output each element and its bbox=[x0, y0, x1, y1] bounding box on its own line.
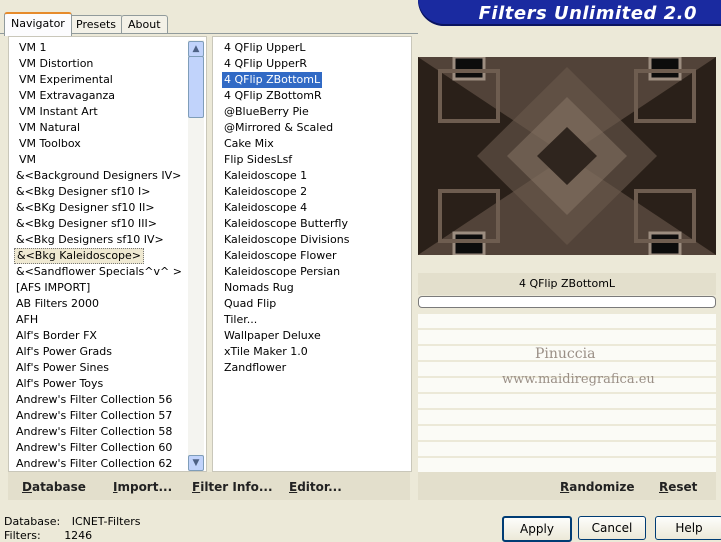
scroll-down-icon[interactable]: ▼ bbox=[188, 455, 204, 471]
filter-item[interactable]: Flip SidesLsf bbox=[222, 152, 294, 168]
category-item[interactable]: &<Bkg Designers sf10 IV> bbox=[14, 232, 166, 248]
reset-button[interactable]: Reset bbox=[659, 480, 697, 494]
filter-item[interactable]: Wallpaper Deluxe bbox=[222, 328, 323, 344]
left-action-bar: Database Import... Filter Info... Editor… bbox=[8, 472, 410, 500]
filters-label: Filters: bbox=[4, 529, 41, 542]
category-item[interactable]: Andrew's Filter Collection 60 bbox=[14, 440, 174, 456]
category-item[interactable]: VM Natural bbox=[17, 120, 82, 136]
filter-item[interactable]: Kaleidoscope 4 bbox=[222, 200, 309, 216]
category-list[interactable]: VM 1 VM Distortion VM Experimental VM Extra… bbox=[8, 36, 207, 472]
filter-item[interactable]: xTile Maker 1.0 bbox=[222, 344, 310, 360]
randomize-button[interactable]: Randomize bbox=[560, 480, 634, 494]
filter-item[interactable]: Tiler... bbox=[222, 312, 259, 328]
category-item[interactable]: VM Toolbox bbox=[17, 136, 83, 152]
filter-item[interactable]: Kaleidoscope Persian bbox=[222, 264, 342, 280]
category-item[interactable]: AB Filters 2000 bbox=[14, 296, 101, 312]
param-row bbox=[418, 330, 716, 346]
category-item[interactable]: &<Background Designers IV> bbox=[14, 168, 183, 184]
filter-item[interactable]: 4 QFlip ZBottomL bbox=[222, 72, 323, 88]
filter-item[interactable]: Cake Mix bbox=[222, 136, 276, 152]
category-item[interactable]: Alf's Power Toys bbox=[14, 376, 105, 392]
category-item[interactable]: Alf's Border FX bbox=[14, 328, 99, 344]
filter-item[interactable]: Zandflower bbox=[222, 360, 288, 376]
category-item[interactable]: Andrew's Filter Collection 62 bbox=[14, 456, 174, 472]
preview-filter-name: 4 QFlip ZBottomL bbox=[418, 273, 716, 295]
apply-button[interactable]: Apply bbox=[502, 516, 572, 542]
category-scrollbar[interactable]: ▲ ▼ bbox=[188, 40, 204, 471]
category-item[interactable]: VM Experimental bbox=[17, 72, 115, 88]
filters-value: 1246 bbox=[64, 529, 93, 542]
category-item[interactable]: VM Instant Art bbox=[17, 104, 100, 120]
filter-item[interactable]: 4 QFlip UpperL bbox=[222, 40, 308, 56]
filter-item[interactable]: 4 QFlip UpperR bbox=[222, 56, 309, 72]
filter-list[interactable]: 4 QFlip UpperL 4 QFlip UpperR 4 QFlip ZBot… bbox=[212, 36, 412, 472]
category-item[interactable]: VM bbox=[17, 152, 38, 168]
filter-info-button[interactable]: Filter Info... bbox=[192, 480, 273, 494]
filter-item[interactable]: @BlueBerry Pie bbox=[222, 104, 311, 120]
category-item[interactable]: &<Bkg Designer sf10 I> bbox=[14, 184, 153, 200]
param-row bbox=[418, 394, 716, 410]
category-item[interactable]: &<Sandflower Specials^v^ > bbox=[14, 264, 184, 280]
filter-item[interactable]: Nomads Rug bbox=[222, 280, 296, 296]
status-filters: Filters: 1246 bbox=[4, 529, 92, 542]
category-item[interactable]: [AFS IMPORT] bbox=[14, 280, 92, 296]
category-item[interactable]: &<BKg Designer sf10 II> bbox=[14, 200, 157, 216]
category-item[interactable]: VM Distortion bbox=[17, 56, 95, 72]
help-button[interactable]: Help bbox=[655, 516, 721, 540]
category-item[interactable]: &<Bkg Kaleidoscope> bbox=[14, 248, 145, 264]
watermark-name: Pinuccia bbox=[535, 346, 596, 362]
category-item[interactable]: VM Extravaganza bbox=[17, 88, 117, 104]
category-item[interactable]: Alf's Power Sines bbox=[14, 360, 111, 376]
filter-item[interactable]: Kaleidoscope 1 bbox=[222, 168, 309, 184]
title-banner: Filters Unlimited 2.0 bbox=[418, 0, 721, 26]
filter-item[interactable]: Kaleidoscope Divisions bbox=[222, 232, 351, 248]
filter-item[interactable]: Kaleidoscope Butterfly bbox=[222, 216, 350, 232]
param-row bbox=[418, 442, 716, 458]
param-row bbox=[418, 410, 716, 426]
editor-button[interactable]: Editor... bbox=[289, 480, 342, 494]
category-item[interactable]: AFH bbox=[14, 312, 40, 328]
tab-presets[interactable]: Presets bbox=[69, 15, 124, 34]
category-item[interactable]: Andrew's Filter Collection 58 bbox=[14, 424, 174, 440]
category-item[interactable]: Andrew's Filter Collection 56 bbox=[14, 392, 174, 408]
filter-item[interactable]: 4 QFlip ZBottomR bbox=[222, 88, 324, 104]
category-item[interactable]: Alf's Power Grads bbox=[14, 344, 114, 360]
scroll-up-icon[interactable]: ▲ bbox=[188, 41, 204, 57]
import-button[interactable]: Import... bbox=[113, 480, 172, 494]
filter-item[interactable]: Quad Flip bbox=[222, 296, 278, 312]
scroll-thumb[interactable] bbox=[188, 56, 204, 118]
watermark-url: www.maidiregrafica.eu bbox=[502, 372, 655, 387]
filter-item[interactable]: Kaleidoscope Flower bbox=[222, 248, 339, 264]
tab-navigator[interactable]: Navigator bbox=[4, 12, 72, 36]
preview-image bbox=[418, 55, 716, 257]
progress-bar bbox=[418, 296, 716, 308]
cancel-button[interactable]: Cancel bbox=[578, 516, 646, 540]
status-database: Database: ICNET-Filters bbox=[4, 515, 140, 528]
param-row bbox=[418, 426, 716, 442]
right-action-bar: Randomize Reset bbox=[418, 472, 716, 500]
database-label: Database: bbox=[4, 515, 61, 528]
filter-item[interactable]: Kaleidoscope 2 bbox=[222, 184, 309, 200]
app-title: Filters Unlimited 2.0 bbox=[478, 3, 697, 24]
tab-about[interactable]: About bbox=[121, 15, 168, 34]
category-item[interactable]: VM 1 bbox=[17, 40, 49, 56]
param-row bbox=[418, 314, 716, 330]
category-item[interactable]: &<Bkg Designer sf10 III> bbox=[14, 216, 159, 232]
database-value: ICNET-Filters bbox=[71, 515, 141, 528]
database-button[interactable]: Database bbox=[22, 480, 86, 494]
category-item[interactable]: Andrew's Filter Collection 57 bbox=[14, 408, 174, 424]
filter-item[interactable]: @Mirrored & Scaled bbox=[222, 120, 335, 136]
